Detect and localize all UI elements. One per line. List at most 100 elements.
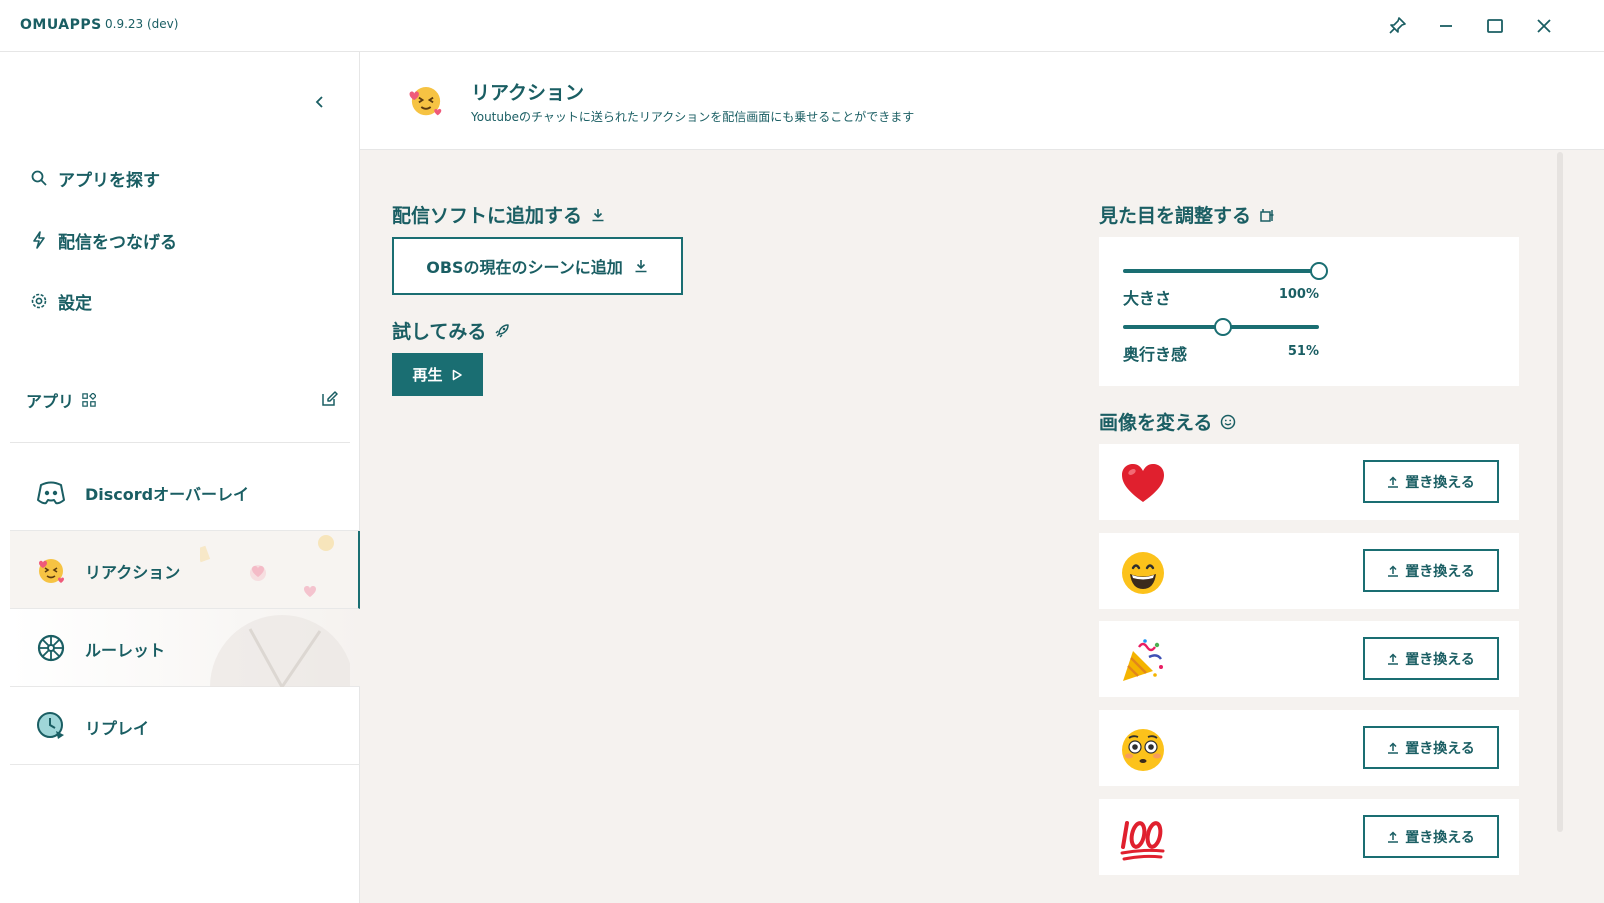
play-button[interactable]: 再生 [392, 353, 483, 396]
app-item-discord-overlay[interactable]: Discordオーバーレイ [10, 453, 360, 531]
add-to-obs-button[interactable]: OBSの現在のシーンに追加 [392, 237, 683, 295]
image-row-heart: 置き換える [1099, 444, 1519, 520]
nav-item-connect-stream[interactable]: 配信をつなげる [30, 225, 177, 255]
upload-icon [1388, 652, 1399, 665]
size-value-unit: % [1305, 287, 1319, 302]
upload-icon [1388, 564, 1399, 577]
app-item-roulette[interactable]: ルーレット [10, 609, 360, 687]
upload-icon [1388, 830, 1399, 843]
app-version: 0.9.23 (dev) [105, 17, 179, 31]
rocket-icon [495, 323, 510, 337]
depth-label: 奥行き感 [1123, 345, 1188, 364]
replace-button[interactable]: 置き換える [1363, 815, 1499, 858]
pin-icon[interactable] [1385, 14, 1409, 38]
nav-item-find-apps[interactable]: アプリを探す [30, 163, 160, 193]
edit-icon[interactable] [320, 390, 338, 408]
section-add-to-software: 配信ソフトに追加する [392, 201, 606, 228]
scrollbar[interactable] [1557, 152, 1563, 832]
slider-thumb[interactable] [1213, 318, 1232, 336]
upload-icon [1388, 475, 1399, 488]
button-label: 置き換える [1405, 563, 1475, 580]
reaction-emoji-icon [409, 87, 442, 116]
nav-item-settings[interactable]: 設定 [30, 286, 92, 316]
replace-button[interactable]: 置き換える [1363, 637, 1499, 680]
page-title: リアクション [471, 82, 585, 104]
page-subtitle: Youtubeのチャットに送られたリアクションを配信画面にも乗せることができます [471, 110, 915, 124]
chevron-left-icon[interactable] [312, 94, 328, 110]
upload-icon [1388, 741, 1399, 754]
discord-icon [37, 481, 65, 505]
section-title-label: 試してみる [392, 321, 487, 343]
party-popper-emoji [1123, 639, 1163, 681]
hundred-points-emoji [1120, 821, 1165, 861]
search-icon [31, 170, 47, 186]
app-item-label: Discordオーバーレイ [85, 485, 249, 504]
app-item-reaction[interactable]: リアクション [10, 531, 360, 609]
replay-icon [37, 712, 64, 739]
section-adjust-look: 見た目を調整する [1099, 201, 1275, 228]
reaction-emoji-icon [39, 559, 64, 583]
main-content: 配信ソフトに追加する OBSの現在のシーンに追加 試してみる 再生 見た目を調整… [360, 150, 1604, 903]
button-label: 置き換える [1405, 651, 1475, 668]
depth-value: 51% [1288, 344, 1319, 359]
nav-item-label: 設定 [58, 293, 92, 314]
depth-value-unit: % [1305, 344, 1319, 359]
app-item-label: ルーレット [85, 641, 166, 660]
image-row-hundred: 置き換える [1099, 799, 1519, 875]
image-row-grinning: 置き換える [1099, 533, 1519, 609]
button-label: 置き換える [1405, 829, 1475, 846]
nav-item-label: 配信をつなげる [58, 232, 177, 253]
depth-value-number: 51 [1287, 344, 1306, 359]
close-icon[interactable] [1532, 14, 1556, 38]
apps-header-label: アプリ [26, 392, 75, 411]
minimize-icon[interactable] [1434, 14, 1458, 38]
download-icon [592, 208, 604, 221]
button-label: 再生 [412, 366, 443, 384]
section-title-label: 画像を変える [1099, 412, 1213, 434]
button-label: OBSの現在のシーンに追加 [426, 258, 623, 277]
button-label: 置き換える [1405, 740, 1475, 757]
slider-track [1123, 269, 1319, 273]
title-bar: OMUAPPS 0.9.23 (dev) [0, 0, 1604, 52]
nav-item-label: アプリを探す [58, 170, 160, 191]
gear-icon [31, 293, 47, 309]
flushed-face-emoji [1122, 729, 1164, 771]
app-item-label: リアクション [85, 563, 181, 582]
maximize-icon[interactable] [1483, 14, 1507, 38]
lightning-icon [33, 231, 45, 249]
adjust-panel: 大きさ 100% 奥行き感 51% [1099, 237, 1519, 386]
download-icon [635, 260, 647, 273]
play-icon [452, 369, 462, 380]
adjust-icon [1260, 208, 1274, 222]
grinning-face-emoji [1122, 552, 1164, 594]
heart-emoji [1122, 464, 1164, 502]
replace-button[interactable]: 置き換える [1363, 726, 1499, 769]
image-row-party: 置き換える [1099, 621, 1519, 697]
replace-button[interactable]: 置き換える [1363, 549, 1499, 592]
content-header: リアクション Youtubeのチャットに送られたリアクションを配信画面にも乗せる… [360, 52, 1604, 150]
app-name: OMUAPPS [20, 17, 102, 33]
section-try-it: 試してみる [392, 317, 510, 344]
app-item-replay[interactable]: リプレイ [10, 687, 360, 765]
replace-button[interactable]: 置き換える [1363, 460, 1499, 503]
app-item-label: リプレイ [85, 719, 150, 738]
button-label: 置き換える [1405, 474, 1475, 491]
apps-header: アプリ [26, 388, 97, 412]
reaction-decoration [200, 535, 334, 597]
slider-thumb[interactable] [1310, 262, 1328, 280]
depth-slider[interactable] [1123, 317, 1319, 337]
size-label: 大きさ [1123, 289, 1172, 308]
section-change-images: 画像を変える [1099, 408, 1236, 435]
size-value: 100% [1279, 287, 1319, 302]
apps-grid-icon [82, 393, 97, 407]
roulette-decoration [210, 615, 350, 687]
size-slider[interactable] [1123, 261, 1328, 281]
divider [10, 442, 350, 443]
section-title-label: 見た目を調整する [1099, 205, 1252, 227]
smile-icon [1221, 414, 1236, 429]
sidebar: アプリを探す 配信をつなげる 設定 アプリ Discordオーバーレイ リアクシ… [0, 52, 360, 903]
image-row-flushed: 置き換える [1099, 710, 1519, 786]
section-title-label: 配信ソフトに追加する [392, 205, 583, 227]
size-value-number: 100 [1278, 287, 1306, 302]
roulette-icon [37, 634, 65, 662]
